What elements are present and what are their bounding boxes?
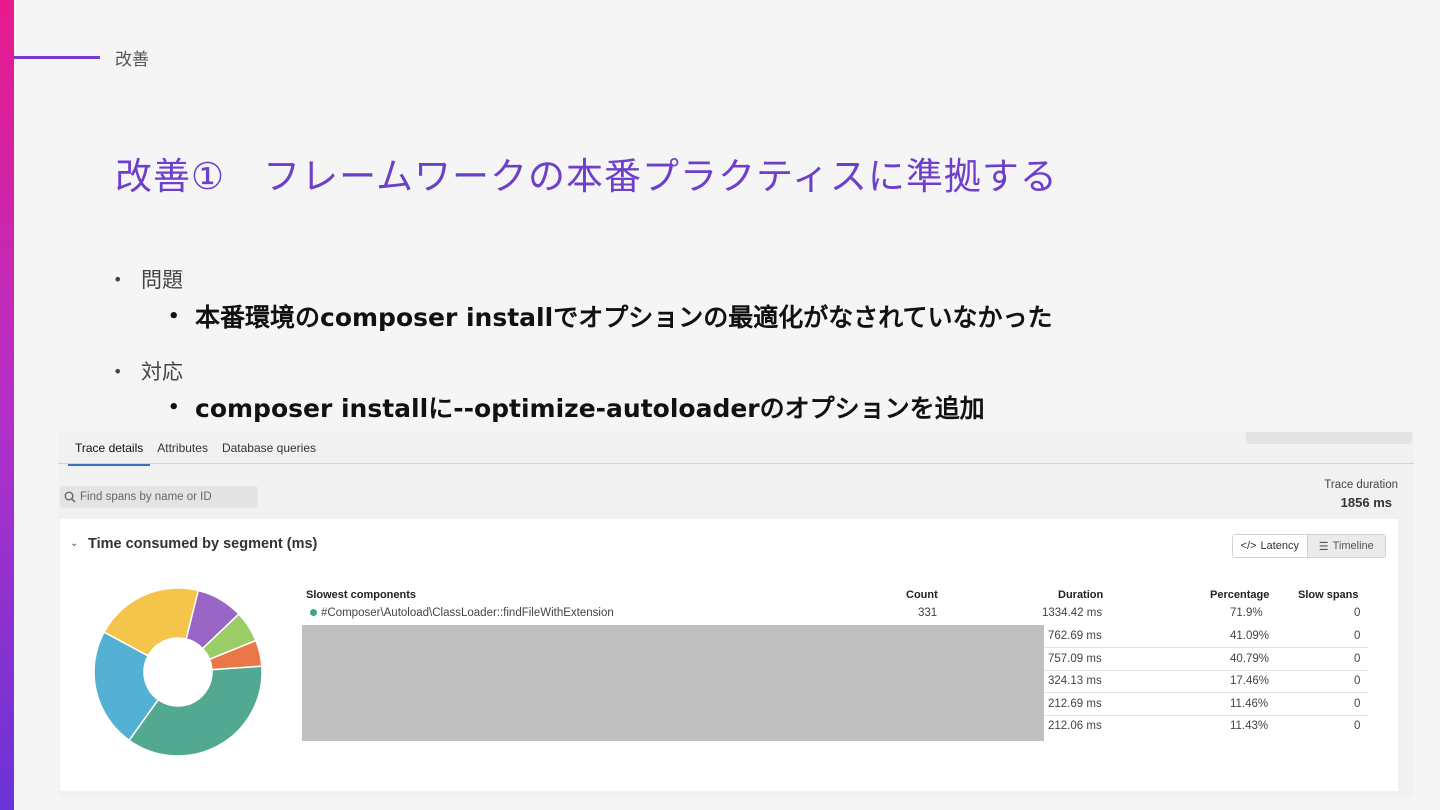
segment-title: Time consumed by segment (ms) (88, 536, 318, 552)
row-duration: 762.69 ms (1048, 630, 1102, 642)
row-percentage: 41.09% (1230, 630, 1270, 642)
row-slow-spans: 0 (1354, 653, 1361, 665)
chevron-down-icon[interactable]: ⌄ (70, 538, 78, 549)
row-duration: 212.69 ms (1048, 698, 1102, 710)
row-slow-spans: 0 (1354, 675, 1361, 687)
row-percentage: 11.43% (1230, 720, 1269, 732)
bullet-problem-label: 問題 (141, 268, 183, 292)
row-divider (1044, 692, 1368, 693)
row-duration: 757.09 ms (1048, 653, 1102, 665)
redacted-region (302, 625, 1044, 741)
row-percentage: 17.46% (1230, 675, 1270, 687)
bullet-problem-detail: • 本番環境のcomposer installでオプションの最適化がなされていな… (168, 298, 1052, 334)
row-component: #Composer\Autoload\ClassLoader::findFile… (321, 607, 614, 619)
row-percentage: 40.79% (1230, 653, 1270, 665)
tab-attributes[interactable]: Attributes (150, 432, 215, 464)
tabs-divider (58, 463, 1414, 464)
view-toggle: </> Latency ☰ Timeline (1232, 534, 1386, 558)
timeline-toggle-button[interactable]: ☰ Timeline (1306, 535, 1385, 557)
col-header-slow-spans: Slow spans (1298, 589, 1359, 601)
col-header-count: Count (906, 589, 938, 601)
bullet-dot-icon: • (168, 305, 180, 327)
row-duration: 1334.42 ms (1042, 607, 1103, 619)
trace-tabs: Trace details Attributes Database querie… (68, 432, 323, 466)
bullet-fix: • 対応 (113, 356, 183, 386)
col-header-component: Slowest components (306, 589, 417, 601)
tab-database-queries[interactable]: Database queries (215, 432, 323, 464)
row-percentage: 71.9% (1230, 607, 1263, 619)
bullet-problem-text: 本番環境のcomposer installでオプションの最適化がなされていなかっ… (195, 303, 1053, 332)
trace-duration-label: Trace duration (1324, 479, 1398, 491)
row-percentage: 11.46% (1230, 698, 1269, 710)
segment-card: ⌄ Time consumed by segment (ms) </> Late… (60, 519, 1398, 791)
row-divider (1044, 647, 1368, 648)
row-divider (1044, 670, 1368, 671)
col-header-duration: Duration (1058, 589, 1104, 601)
bullet-dot-icon: • (113, 361, 123, 381)
row-slow-spans: 0 (1354, 630, 1361, 642)
row-slow-spans: 0 (1354, 607, 1361, 619)
table-row[interactable]: #Composer\Autoload\ClassLoader::findFile… (310, 607, 614, 619)
search-icon (64, 491, 76, 503)
bullet-dot-icon: • (168, 396, 180, 418)
view-distributed-trace-button[interactable] (1246, 432, 1412, 444)
code-icon: </> (1240, 540, 1257, 552)
bullet-problem: • 問題 (113, 264, 183, 294)
row-divider (1044, 715, 1368, 716)
timeline-label: Timeline (1332, 540, 1374, 552)
section-label: 改善 (115, 50, 149, 70)
bullet-dot-icon: • (113, 269, 123, 289)
bullet-fix-detail: • composer installに--optimize-autoloader… (168, 389, 985, 425)
latency-label: Latency (1260, 540, 1299, 552)
bullet-fix-text: composer installに--optimize-autoloaderのオ… (195, 394, 985, 423)
segment-donut-chart (93, 587, 263, 757)
filter-icon: ☰ (1318, 540, 1329, 553)
trace-duration-value: 1856 ms (1340, 495, 1392, 510)
search-placeholder: Find spans by name or ID (80, 491, 212, 503)
trace-screenshot: Trace details Attributes Database querie… (58, 432, 1414, 796)
status-dot-icon (310, 609, 317, 616)
header-rule (14, 56, 100, 59)
slide-title: 改善① フレームワークの本番プラクティスに準拠する (115, 155, 1058, 198)
row-count: 331 (918, 607, 938, 619)
col-header-percentage: Percentage (1210, 589, 1270, 601)
row-slow-spans: 0 (1354, 698, 1361, 710)
row-duration: 324.13 ms (1048, 675, 1102, 687)
span-search-input[interactable]: Find spans by name or ID (60, 486, 258, 508)
tab-trace-details[interactable]: Trace details (68, 432, 151, 466)
accent-side-bar (0, 0, 14, 810)
row-duration: 212.06 ms (1048, 720, 1102, 732)
latency-toggle-button[interactable]: </> Latency (1233, 535, 1307, 557)
bullet-fix-label: 対応 (141, 360, 183, 384)
row-slow-spans: 0 (1354, 720, 1361, 732)
